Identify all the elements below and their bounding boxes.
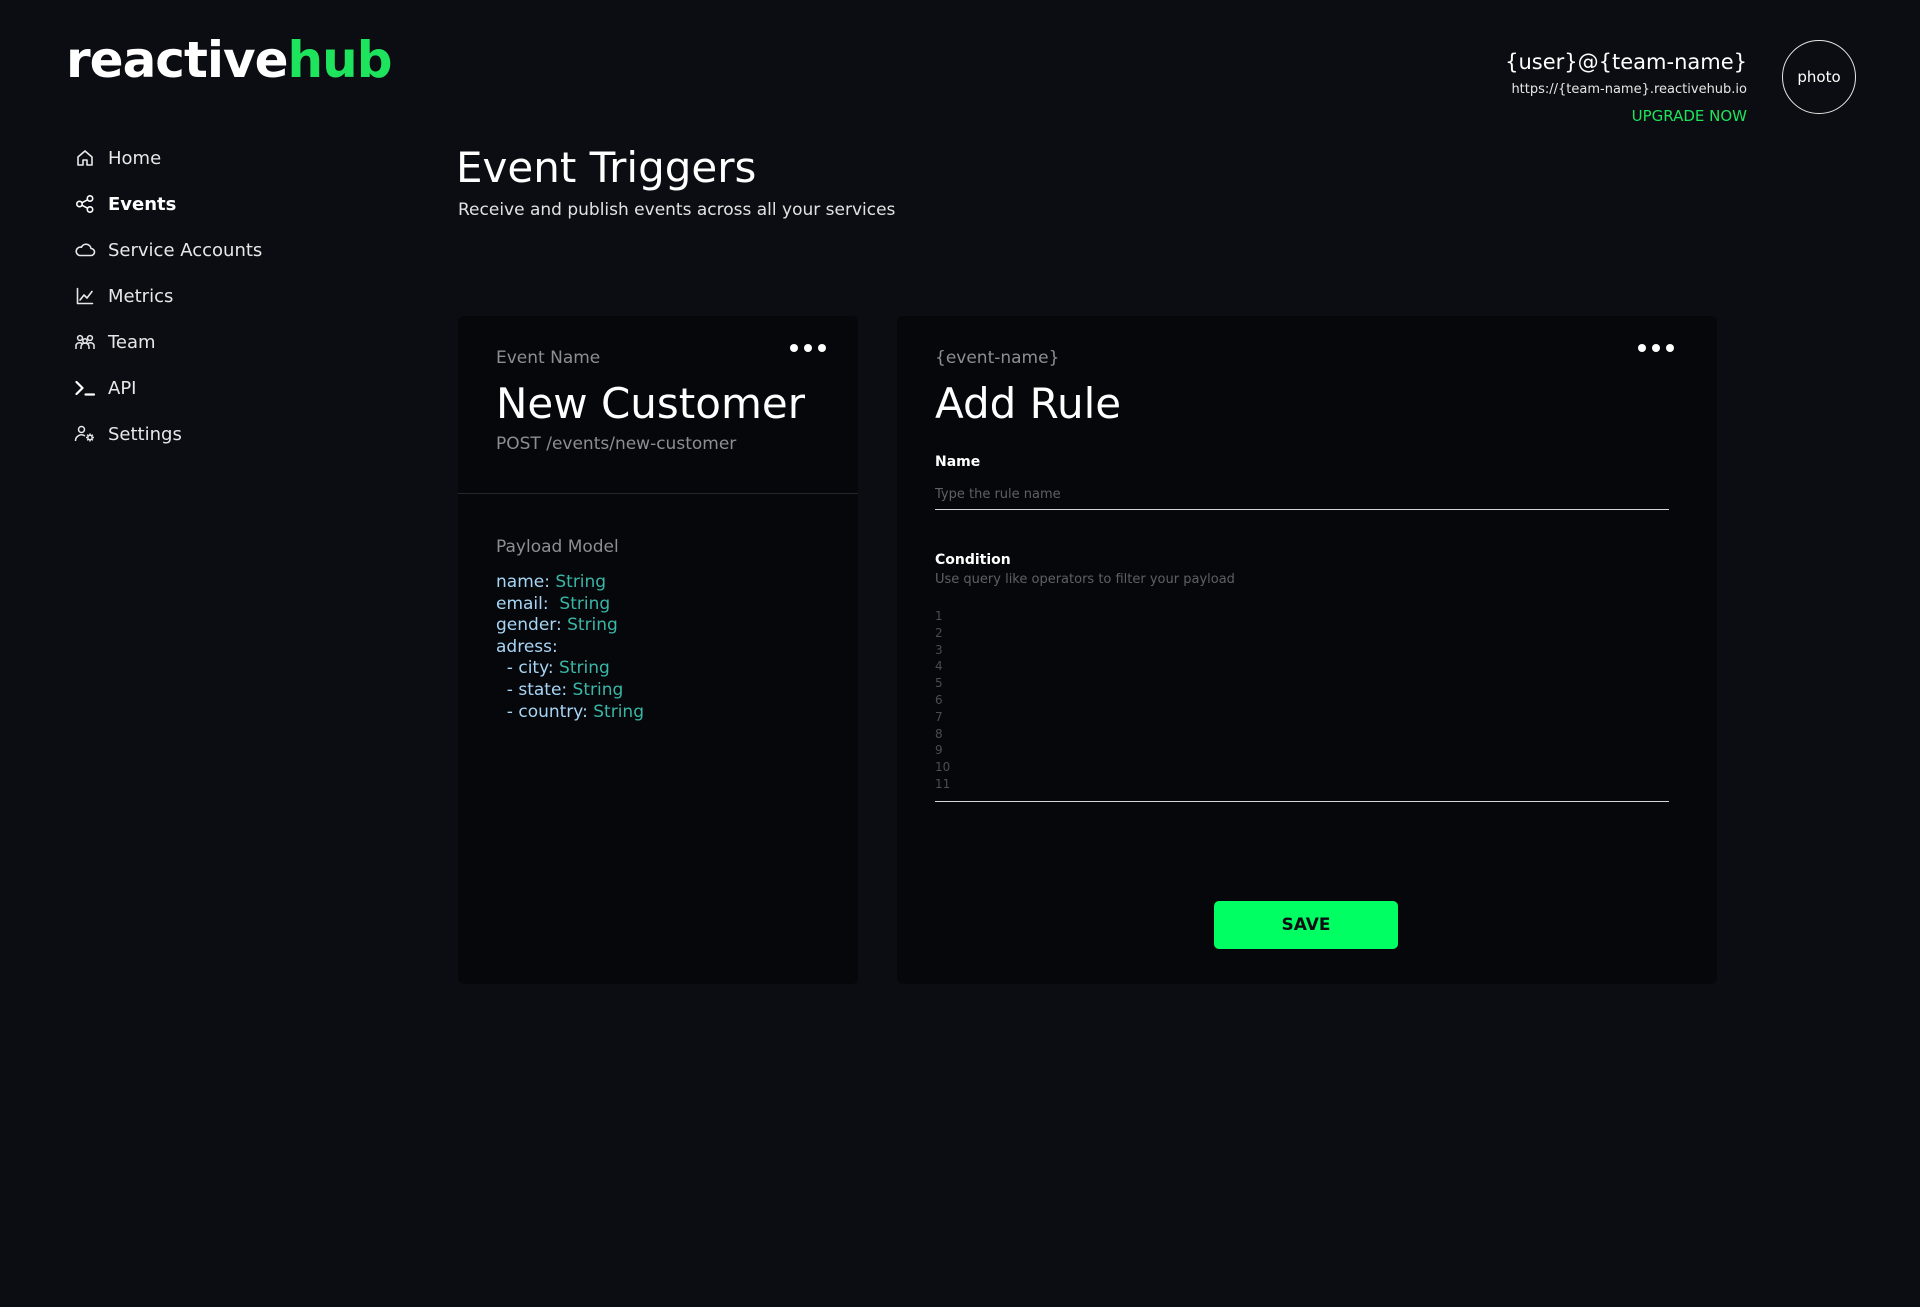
dot-icon — [1638, 344, 1646, 352]
payload-field: name: String — [496, 572, 644, 594]
event-card-menu-button[interactable] — [788, 340, 828, 356]
team-icon — [74, 331, 96, 353]
chart-line-icon — [74, 285, 96, 307]
line-number: 2 — [935, 625, 943, 640]
payload-field: email: String — [496, 594, 644, 616]
line-number: 3 — [935, 642, 943, 657]
payload-type: String — [554, 593, 611, 614]
line-number: 9 — [935, 743, 943, 758]
payload-type: String — [567, 615, 618, 636]
payload-type: String — [593, 701, 644, 722]
payload-key: - city: — [496, 658, 554, 679]
card-divider — [458, 493, 858, 494]
payload-key: name: — [496, 572, 550, 592]
line-number: 8 — [935, 726, 943, 741]
payload-key: email: — [496, 593, 549, 614]
line-number: 11 — [935, 776, 951, 791]
condition-label: Condition — [935, 552, 1011, 568]
payload-field: - city: String — [496, 658, 644, 680]
line-number: 7 — [935, 709, 943, 724]
sidebar-item-metrics[interactable]: Metrics — [74, 273, 374, 319]
dot-icon — [790, 344, 798, 352]
event-name-placeholder: {event-name} — [935, 348, 1060, 368]
payload-type: String — [559, 658, 610, 679]
user-info: {user}@{team-name} https://{team-name}.r… — [1505, 48, 1747, 125]
line-number: 5 — [935, 676, 943, 691]
sidebar-item-label: Events — [108, 193, 177, 215]
payload-model-title: Payload Model — [496, 537, 619, 557]
add-rule-title: Add Rule — [935, 379, 1122, 428]
brand-logo[interactable]: reactivehub — [66, 30, 393, 90]
page-subtitle: Receive and publish events across all yo… — [458, 200, 896, 220]
sidebar-item-home[interactable]: Home — [74, 135, 374, 181]
sidebar-item-api[interactable]: API — [74, 365, 374, 411]
avatar-label: photo — [1797, 68, 1841, 86]
sidebar-nav: Home Events Service Accounts Metrics Tea… — [74, 135, 374, 457]
sidebar-item-label: Service Accounts — [108, 239, 263, 261]
cloud-icon — [74, 239, 96, 261]
sidebar-item-label: Settings — [108, 423, 182, 445]
user-gear-icon — [74, 423, 96, 445]
upgrade-now-link[interactable]: UPGRADE NOW — [1632, 107, 1747, 125]
brand-logo-hub: hub — [287, 31, 393, 89]
event-card: Event Name New Customer POST /events/new… — [458, 316, 858, 984]
payload-field: - country: String — [496, 702, 644, 724]
sidebar-item-team[interactable]: Team — [74, 319, 374, 365]
line-number: 4 — [935, 659, 943, 674]
rule-name-label: Name — [935, 454, 981, 470]
payload-key: - country: — [496, 701, 588, 722]
condition-editor[interactable]: 1 2 3 4 5 6 7 8 9 10 11 — [935, 608, 1669, 802]
add-rule-card: {event-name} Add Rule Name Condition Use… — [897, 316, 1717, 984]
dot-icon — [818, 344, 826, 352]
payload-field: - state: String — [496, 680, 644, 702]
rule-name-input[interactable] — [935, 480, 1669, 510]
editor-line-numbers: 1 2 3 4 5 6 7 8 9 10 11 — [935, 608, 1669, 793]
dot-icon — [1666, 344, 1674, 352]
payload-key: - state: — [496, 679, 568, 700]
condition-help-text: Use query like operators to filter your … — [935, 572, 1235, 587]
line-number: 10 — [935, 760, 951, 775]
share-nodes-icon — [74, 193, 96, 215]
payload-model: name: String email: String gender: Strin… — [496, 572, 644, 723]
line-number: 6 — [935, 692, 943, 707]
payload-key: adress: — [496, 636, 558, 657]
event-name: New Customer — [496, 379, 805, 428]
sidebar-item-service-accounts[interactable]: Service Accounts — [74, 227, 374, 273]
event-endpoint: POST /events/new-customer — [496, 434, 737, 454]
dot-icon — [804, 344, 812, 352]
team-url[interactable]: https://{team-name}.reactivehub.io — [1505, 82, 1747, 98]
page-title: Event Triggers — [456, 143, 757, 192]
payload-key: gender: — [496, 615, 562, 636]
sidebar-item-label: Team — [108, 331, 156, 353]
avatar[interactable]: photo — [1782, 40, 1856, 114]
line-number: 1 — [935, 609, 943, 623]
payload-type: String — [555, 572, 607, 592]
sidebar-item-events[interactable]: Events — [74, 181, 374, 227]
brand-logo-reactive: reactive — [66, 31, 288, 89]
rule-card-menu-button[interactable] — [1636, 340, 1676, 356]
save-button[interactable]: SAVE — [1214, 901, 1398, 949]
payload-field: adress: — [496, 637, 644, 659]
sidebar-item-label: Metrics — [108, 285, 174, 307]
home-icon — [74, 147, 96, 169]
sidebar-item-settings[interactable]: Settings — [74, 411, 374, 457]
payload-field: gender: String — [496, 615, 644, 637]
user-name: {user}@{team-name} — [1505, 50, 1747, 74]
dot-icon — [1652, 344, 1660, 352]
payload-type: String — [572, 679, 624, 700]
terminal-icon — [74, 377, 96, 399]
sidebar-item-label: Home — [108, 147, 162, 169]
event-name-label: Event Name — [496, 348, 601, 368]
sidebar-item-label: API — [108, 377, 137, 399]
